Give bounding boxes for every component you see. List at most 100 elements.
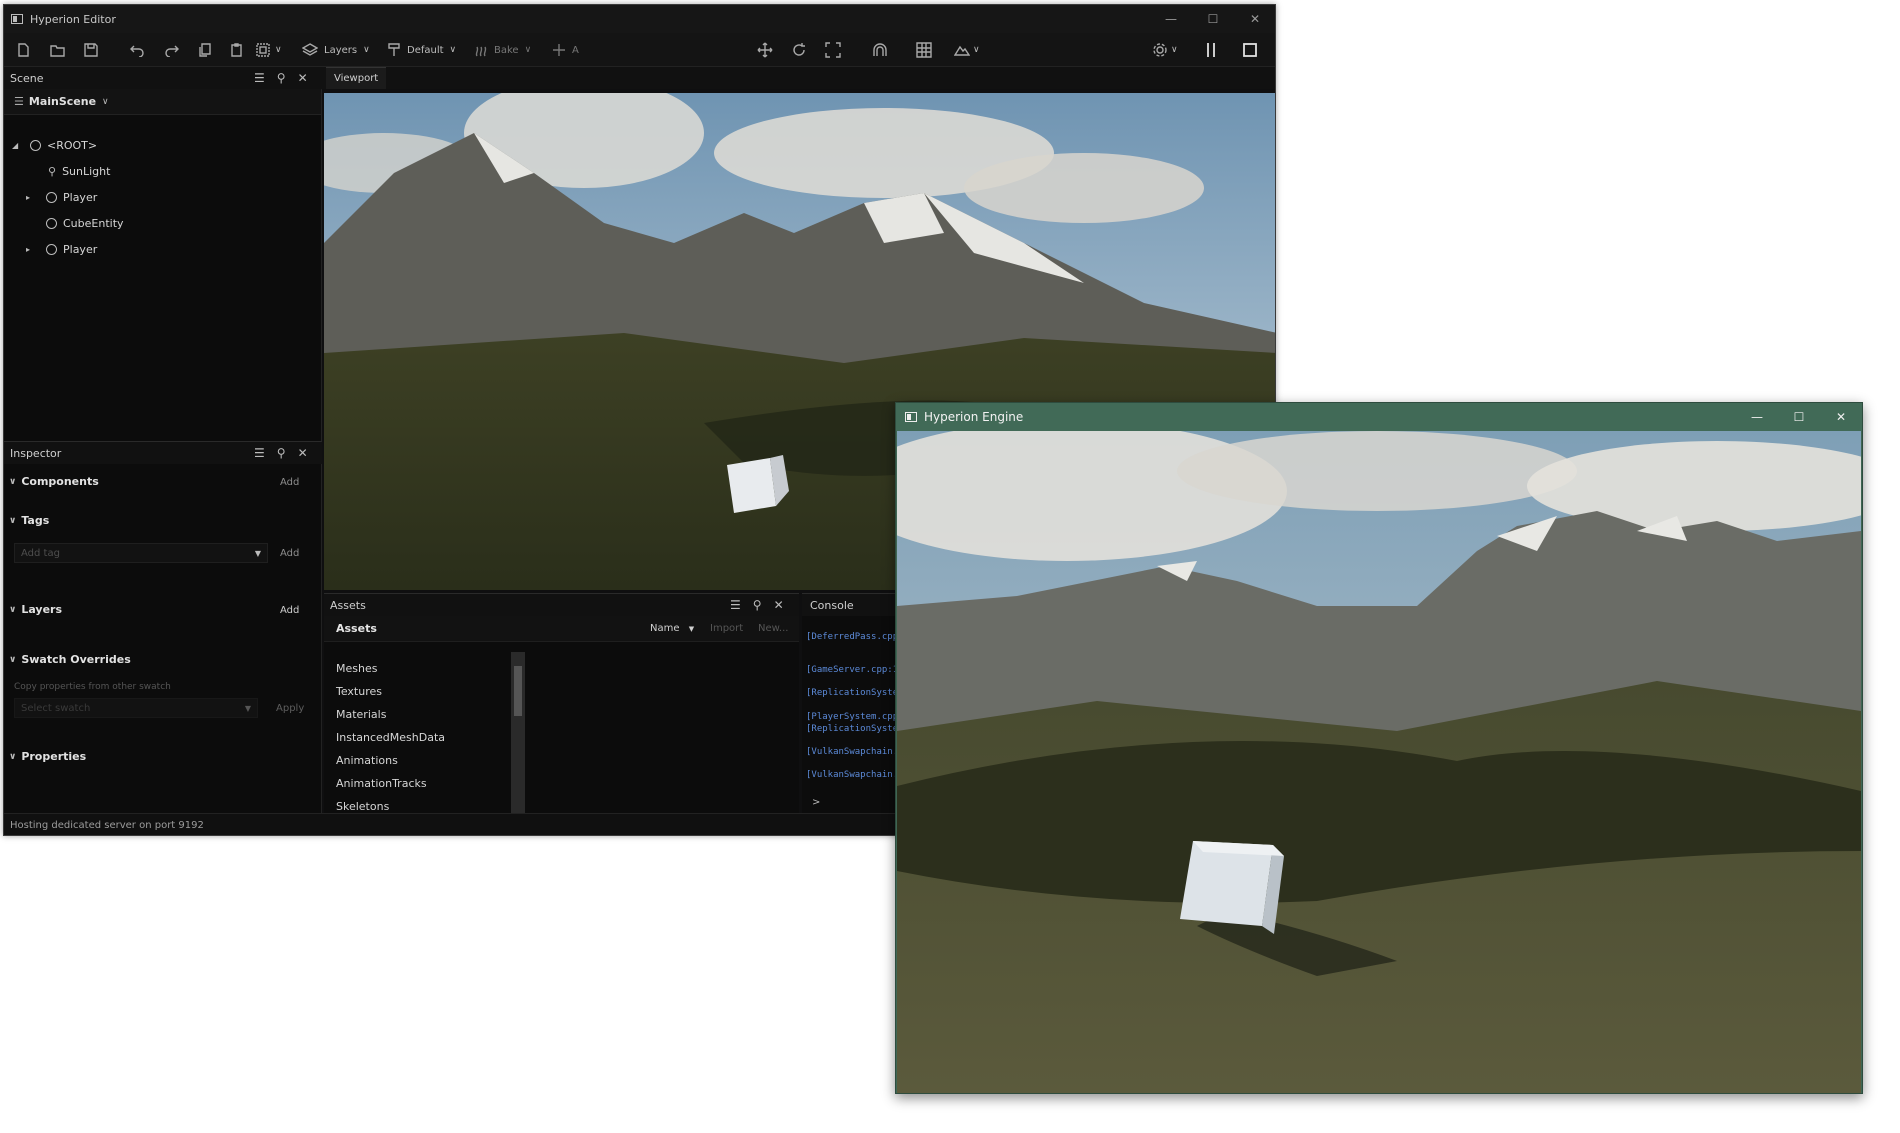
close-icon[interactable]: ✕	[1820, 403, 1862, 431]
layers-dropdown[interactable]: Layers ∨	[302, 33, 370, 67]
import-button[interactable]: Import	[710, 623, 743, 634]
pin-icon[interactable]: ⚲	[753, 598, 762, 612]
swatch-select[interactable]: Select swatch ▼	[14, 698, 258, 718]
tab-assets[interactable]: Assets	[330, 599, 366, 612]
tree-item-sunlight[interactable]: ⚲ SunLight	[48, 161, 110, 181]
dropdown-arrow-icon: ▼	[244, 703, 251, 713]
close-icon[interactable]: ✕	[298, 446, 308, 460]
viewport-tabbar: Viewport	[322, 67, 1275, 89]
add-component-button[interactable]: Add	[280, 477, 299, 488]
gear-icon	[1153, 43, 1167, 57]
rotate-tool-icon[interactable]	[791, 33, 807, 67]
tree-item-label: <ROOT>	[47, 138, 98, 152]
minimize-icon[interactable]: —	[1150, 5, 1192, 33]
list-icon: ☰	[14, 95, 24, 108]
selection-mode-dropdown[interactable]: ∨	[256, 33, 282, 67]
tree-item-player[interactable]: ▸ Player	[26, 187, 97, 207]
scene-panel-title: Scene	[10, 71, 44, 85]
stop-button[interactable]	[1242, 33, 1258, 67]
undo-icon[interactable]	[130, 33, 145, 67]
default-dropdown[interactable]: Default ∨	[388, 33, 456, 67]
console-line: [ReplicationSystem	[806, 724, 904, 734]
paste-icon[interactable]	[230, 33, 244, 67]
status-text: Hosting dedicated server on port 9192	[10, 820, 204, 831]
chevron-down-icon: ∨	[102, 96, 109, 107]
settings-dropdown[interactable]: ∨	[1152, 33, 1178, 67]
scene-selector[interactable]: ☰ MainScene ∨	[4, 89, 321, 115]
open-folder-icon[interactable]	[50, 33, 66, 67]
close-icon[interactable]: ✕	[774, 598, 784, 612]
tree-item-cubeentity[interactable]: CubeEntity	[46, 213, 124, 233]
tags-section[interactable]: ∨ Tags	[9, 514, 49, 527]
tab-viewport[interactable]: Viewport	[326, 67, 387, 89]
swatch-overrides-label: Swatch Overrides	[21, 653, 131, 666]
move-tool-icon[interactable]	[757, 33, 773, 67]
new-asset-button[interactable]: New...	[758, 623, 788, 634]
asset-folder-meshes[interactable]: Meshes	[336, 662, 377, 675]
tab-console[interactable]: Console	[810, 599, 854, 612]
asset-folder-materials[interactable]: Materials	[336, 708, 386, 721]
properties-section[interactable]: ∨ Properties	[9, 750, 86, 763]
chevron-down-icon: ∨	[1171, 45, 1178, 55]
save-icon[interactable]	[84, 33, 98, 67]
layers-section[interactable]: ∨ Layers	[9, 603, 62, 616]
tag-select[interactable]: Add tag ▼	[14, 543, 268, 563]
asset-folder-animations[interactable]: Animations	[336, 754, 398, 767]
chevron-down-icon: ∨	[9, 515, 17, 526]
engine-titlebar: Hyperion Engine — ☐ ✕	[896, 403, 1862, 431]
add-label: A	[572, 44, 579, 56]
pin-icon[interactable]: ⚲	[277, 71, 286, 85]
scene-panel: Scene ☰ ⚲ ✕ ☰ MainScene ∨ ◢ <ROOT> ⚲ Sun…	[4, 67, 322, 441]
chevron-down-icon: ∨	[9, 476, 17, 487]
scale-tool-icon[interactable]	[825, 33, 841, 67]
sort-dropdown[interactable]: Name ▼	[650, 623, 694, 634]
assets-toolbar: Assets Name ▼ Import New...	[324, 616, 799, 642]
menu-icon[interactable]: ☰	[254, 71, 265, 85]
entity-icon	[46, 243, 57, 255]
scrollbar-thumb[interactable]	[514, 666, 522, 716]
asset-folder-skeletons[interactable]: Skeletons	[336, 800, 389, 813]
expand-arrow-icon[interactable]: ▸	[26, 193, 36, 202]
expand-arrow-icon[interactable]: ▸	[26, 245, 36, 254]
game-scene[interactable]	[897, 431, 1861, 1093]
default-label: Default	[407, 44, 444, 56]
editor-toolbar: ∨ Layers ∨ Default ∨ Bake ∨ A ∨ ∨	[4, 33, 1275, 67]
close-icon[interactable]: ✕	[1234, 5, 1275, 33]
entity-icon	[46, 191, 57, 203]
new-file-icon[interactable]	[16, 33, 30, 67]
menu-icon[interactable]: ☰	[730, 598, 741, 612]
asset-folder-instancedmeshdata[interactable]: InstancedMeshData	[336, 731, 445, 744]
chevron-down-icon: ∨	[363, 45, 370, 55]
maximize-icon[interactable]: ☐	[1778, 403, 1820, 431]
pin-icon[interactable]: ⚲	[277, 446, 286, 460]
game-render-view[interactable]	[897, 431, 1861, 1093]
add-tag-button[interactable]: Add	[280, 548, 299, 559]
pause-button[interactable]	[1204, 33, 1218, 67]
assets-header: Assets ☰ ⚲ ✕	[324, 594, 799, 616]
editor-titlebar: Hyperion Editor — ☐ ✕	[4, 5, 1275, 33]
menu-icon[interactable]: ☰	[254, 446, 265, 460]
minimize-icon[interactable]: —	[1736, 403, 1778, 431]
asset-folder-textures[interactable]: Textures	[336, 685, 382, 698]
bake-dropdown[interactable]: Bake ∨	[474, 33, 531, 67]
components-section[interactable]: ∨ Components	[9, 475, 99, 488]
console-prompt[interactable]: >	[812, 797, 820, 808]
maximize-icon[interactable]: ☐	[1192, 5, 1234, 33]
tree-item-player[interactable]: ▸ Player	[26, 239, 97, 259]
asset-folder-animationtracks[interactable]: AnimationTracks	[336, 777, 427, 790]
terrain-dropdown[interactable]: ∨	[954, 33, 980, 67]
close-icon[interactable]: ✕	[298, 71, 308, 85]
add-button[interactable]: A	[552, 33, 579, 67]
redo-icon[interactable]	[164, 33, 179, 67]
magnet-snap-icon[interactable]	[872, 33, 888, 67]
engine-window: Hyperion Engine — ☐ ✕	[895, 402, 1863, 1094]
assets-scrollbar[interactable]	[511, 652, 525, 814]
tree-item-root[interactable]: ◢ <ROOT>	[12, 135, 97, 155]
add-layer-button[interactable]: Add	[280, 605, 299, 616]
copy-icon[interactable]	[198, 33, 212, 67]
grid-icon[interactable]	[916, 33, 932, 67]
console-line: [ReplicationSystem	[806, 688, 904, 698]
apply-button[interactable]: Apply	[276, 703, 304, 714]
collapse-arrow-icon[interactable]: ◢	[12, 141, 22, 150]
swatch-overrides-section[interactable]: ∨ Swatch Overrides	[9, 653, 131, 666]
